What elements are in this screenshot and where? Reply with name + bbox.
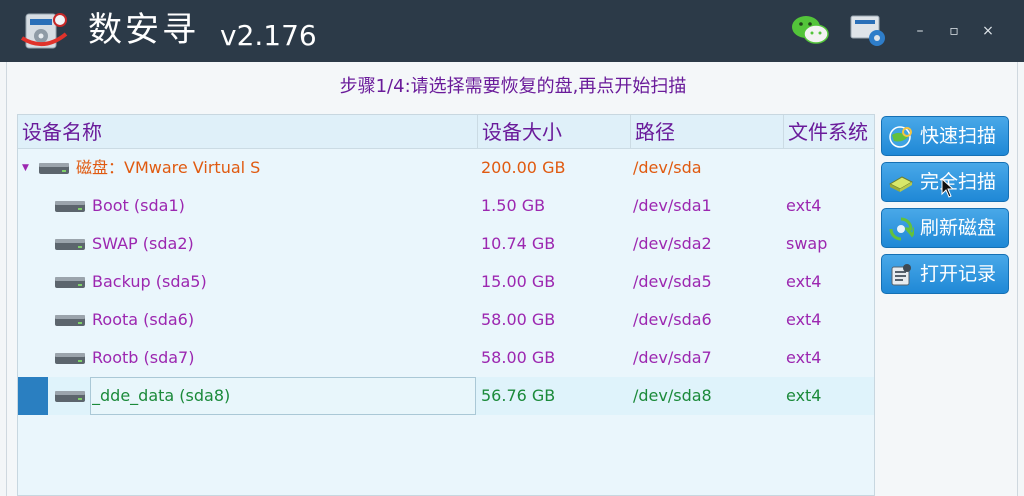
partition-name: Boot (sda1) — [92, 196, 185, 215]
minimize-button[interactable]: – — [906, 17, 934, 45]
open-log-button[interactable]: 打开记录 — [881, 254, 1009, 294]
partition-filesystem: ext4 — [786, 196, 822, 215]
settings-icon[interactable] — [848, 12, 888, 48]
quick-scan-button[interactable]: 快速扫描 — [881, 116, 1009, 156]
hard-disk-icon — [39, 163, 69, 174]
partition-path: /dev/sda6 — [633, 310, 712, 329]
partition-row[interactable]: Boot (sda1) 1.50 GB /dev/sda1 ext4 — [18, 187, 874, 225]
column-header-name[interactable]: 设备名称 — [18, 115, 478, 149]
close-button[interactable]: × — [974, 17, 1002, 45]
partition-path: /dev/sda7 — [633, 348, 712, 367]
partition-filesystem: ext4 — [786, 386, 822, 405]
device-filesystem — [786, 149, 874, 187]
refresh-icon — [889, 217, 914, 241]
globe-search-icon — [889, 126, 912, 148]
refresh-disk-label: 刷新磁盘 — [920, 217, 997, 239]
partition-filesystem: ext4 — [786, 310, 822, 329]
main-panel: 步骤1/4:请选择需要恢复的盘,再点开始扫描 设备名称 设备大小 路径 文件系统… — [6, 62, 1018, 496]
selection-marker — [18, 377, 48, 415]
partition-icon — [55, 239, 85, 250]
partition-icon — [55, 315, 85, 326]
partition-size: 58.00 GB — [481, 310, 556, 329]
title-bar: 数安寻 v2.176 – ▫ × — [0, 0, 1024, 62]
partition-row[interactable]: Roota (sda6) 58.00 GB /dev/sda6 ext4 — [18, 301, 874, 339]
partition-size: 1.50 GB — [481, 196, 546, 215]
partition-row[interactable]: SWAP (sda2) 10.74 GB /dev/sda2 swap — [18, 225, 874, 263]
app-title: 数安寻 — [88, 10, 199, 50]
partition-name: Roota (sda6) — [92, 310, 195, 329]
partition-filesystem: swap — [786, 234, 828, 253]
partition-name: _dde_data (sda8) — [92, 386, 231, 405]
wechat-icon[interactable] — [790, 12, 830, 48]
partition-size: 10.74 GB — [481, 234, 556, 253]
refresh-disk-button[interactable]: 刷新磁盘 — [881, 208, 1009, 248]
table-header: 设备名称 设备大小 路径 文件系统 — [18, 115, 874, 149]
partition-filesystem: ext4 — [786, 272, 822, 291]
partition-name: Rootb (sda7) — [92, 348, 195, 367]
mouse-cursor-icon — [941, 178, 955, 198]
maximize-button[interactable]: ▫ — [940, 17, 968, 45]
partition-name: SWAP (sda2) — [92, 234, 194, 253]
partition-row-selected[interactable]: _dde_data (sda8) 56.76 GB /dev/sda8 ext4 — [18, 377, 874, 415]
partition-size: 56.76 GB — [481, 386, 556, 405]
quick-scan-label: 快速扫描 — [920, 125, 997, 147]
partition-row[interactable]: Backup (sda5) 15.00 GB /dev/sda5 ext4 — [18, 263, 874, 301]
partition-path: /dev/sda2 — [633, 234, 712, 253]
partition-path: /dev/sda5 — [633, 272, 712, 291]
device-path: /dev/sda — [633, 158, 702, 177]
column-header-path[interactable]: 路径 — [631, 115, 784, 149]
column-header-filesystem[interactable]: 文件系统 — [784, 115, 874, 149]
partition-size: 15.00 GB — [481, 272, 556, 291]
disk-row[interactable]: ▼ 磁盘：VMware Virtual S 200.00 GB /dev/sda — [18, 149, 874, 187]
log-icon — [891, 264, 911, 286]
partition-icon — [55, 277, 85, 288]
app-version: v2.176 — [220, 19, 317, 52]
full-scan-label: 完全扫描 — [920, 171, 997, 193]
device-size: 200.00 GB — [481, 158, 566, 177]
device-table: 设备名称 设备大小 路径 文件系统 ▼ 磁盘：VMware Virtual S … — [17, 114, 875, 496]
open-log-label: 打开记录 — [920, 263, 997, 285]
app-logo-icon — [20, 13, 68, 49]
expand-arrow-icon[interactable]: ▼ — [22, 149, 29, 187]
column-header-size[interactable]: 设备大小 — [478, 115, 631, 149]
partition-path: /dev/sda1 — [633, 196, 712, 215]
partition-filesystem: ext4 — [786, 348, 822, 367]
partition-icon — [55, 391, 85, 402]
partition-name: Backup (sda5) — [92, 272, 207, 291]
device-name: 磁盘：VMware Virtual S — [76, 158, 261, 177]
partition-icon — [55, 201, 85, 212]
disk-scan-icon — [888, 176, 914, 192]
partition-size: 58.00 GB — [481, 348, 556, 367]
step-title: 步骤1/4:请选择需要恢复的盘,再点开始扫描 — [339, 76, 687, 97]
partition-row[interactable]: Rootb (sda7) 58.00 GB /dev/sda7 ext4 — [18, 339, 874, 377]
partition-path: /dev/sda8 — [633, 386, 712, 405]
partition-icon — [55, 353, 85, 364]
